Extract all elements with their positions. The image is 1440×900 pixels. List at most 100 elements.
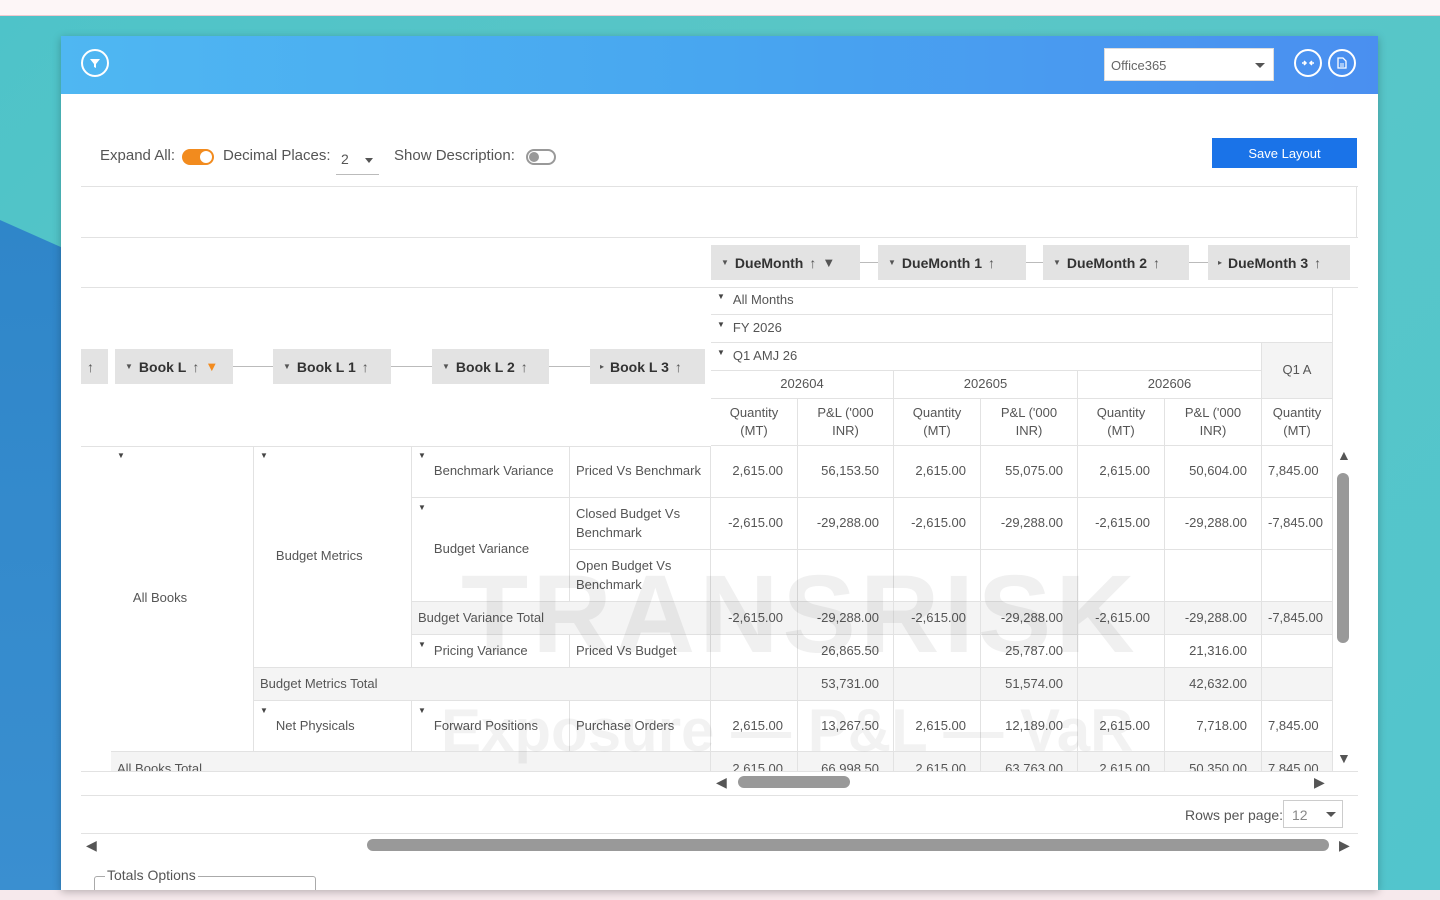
divider [81, 833, 1358, 834]
sort-arrow-icon[interactable]: ↑ [1153, 255, 1160, 271]
chip-connector [233, 366, 273, 367]
column-header-label: Q1 A [1282, 362, 1312, 378]
chevron-down-icon [1326, 812, 1336, 817]
caret-down-icon: ▼ [888, 258, 896, 267]
caret-down-icon: ▼ [260, 451, 268, 460]
row-header-budget-variance-total: Budget Variance Total [412, 602, 711, 635]
value-cell: 2,615.00 [1078, 752, 1165, 772]
divider [81, 795, 1358, 796]
horizontal-scrollbar-thumb[interactable] [738, 776, 850, 788]
value-cell: 21,316.00 [1165, 635, 1262, 668]
row-header-budget-variance[interactable]: ▼ Budget Variance [412, 498, 570, 602]
column-field-duemonth-3[interactable]: ▸ DueMonth 3 ↑ [1208, 245, 1350, 280]
expand-all-toggle[interactable] [182, 149, 214, 165]
bottom-strip [0, 890, 1440, 900]
office-select[interactable]: Office365 [1104, 48, 1274, 81]
value-cell [1078, 635, 1165, 668]
value-cell [1262, 635, 1333, 668]
value-cell: 25,787.00 [981, 635, 1078, 668]
filter-icon-button[interactable] [81, 49, 109, 77]
value-cell: -29,288.00 [981, 602, 1078, 635]
value-cell: 2,615.00 [894, 752, 981, 772]
row-header-net-physicals[interactable]: ▼ Net Physicals [254, 701, 412, 752]
value-cell [894, 635, 981, 668]
vertical-scrollbar-thumb[interactable] [1337, 473, 1349, 643]
sort-arrow-icon[interactable]: ↑ [362, 359, 369, 375]
row-header-label: All Books [132, 590, 188, 606]
column-header-label: Quantity (MT) [912, 404, 962, 438]
column-field-duemonth[interactable]: ▼ DueMonth ↑ ▼ [711, 245, 860, 280]
caret-down-icon: ▼ [283, 362, 291, 371]
row-header-all-books[interactable]: ▼ All Books [111, 446, 254, 752]
column-header-quantity: Quantity (MT) [1262, 399, 1333, 446]
column-header-quarter-partial[interactable]: Q1 A [1262, 343, 1333, 399]
expand-all-label: Expand All: [100, 147, 176, 164]
row-header-budget-metrics[interactable]: ▼ Budget Metrics [254, 446, 412, 668]
save-layout-button[interactable]: Save Layout [1212, 138, 1357, 168]
sort-arrow-icon[interactable]: ↑ [988, 255, 995, 271]
window-header: Office365 [61, 36, 1378, 94]
value-cell: -29,288.00 [981, 498, 1078, 550]
sort-arrow-icon[interactable]: ↑ [87, 359, 94, 375]
value-cell: -2,615.00 [1078, 498, 1165, 550]
scroll-left-icon[interactable]: ◀ [86, 837, 97, 854]
value-cell [1165, 550, 1262, 602]
show-description-toggle[interactable] [526, 149, 556, 165]
column-field-label: DueMonth 1 [901, 254, 983, 271]
rows-per-page-select[interactable]: 12 [1283, 800, 1343, 828]
row-header-forward-positions[interactable]: ▼ Forward Positions [412, 701, 570, 752]
value-cell: 53,731.00 [798, 668, 894, 701]
scroll-up-icon[interactable]: ▲ [1337, 447, 1351, 463]
report-window: Office365 Expand All: Decimal Places: 2 … [61, 36, 1378, 890]
scroll-right-icon[interactable]: ▶ [1339, 837, 1350, 854]
caret-down-icon: ▼ [418, 706, 426, 715]
export-button[interactable] [1328, 49, 1356, 77]
sort-arrow-icon[interactable]: ↑ [521, 359, 528, 375]
value-cell [894, 550, 981, 602]
scroll-down-icon[interactable]: ▼ [1337, 750, 1351, 766]
column-header-all-months[interactable]: ▼ All Months [711, 287, 1333, 315]
sort-arrow-icon[interactable]: ↑ [1314, 255, 1321, 271]
divider [81, 771, 1358, 772]
row-field-partial[interactable]: ↑ [81, 349, 108, 384]
value-cell: -2,615.00 [894, 602, 981, 635]
row-header-benchmark-variance[interactable]: ▼ Benchmark Variance [412, 446, 570, 498]
collapse-columns-button[interactable] [1294, 49, 1322, 77]
column-header-month: 202604 [711, 371, 894, 399]
column-header-quantity: Quantity (MT) [1078, 399, 1165, 446]
row-header-priced-vs-benchmark: Priced Vs Benchmark [570, 446, 711, 498]
value-cell: -7,845.00 [1262, 602, 1333, 635]
sort-arrow-icon[interactable]: ↑ [675, 359, 682, 375]
value-cell [798, 550, 894, 602]
divider [1356, 187, 1357, 237]
column-header-label: P&L ('000 INR) [1000, 404, 1058, 438]
column-header-quarter[interactable]: ▼ Q1 AMJ 26 [711, 343, 1262, 371]
filter-icon[interactable]: ▼ [822, 255, 835, 270]
row-field-label: Book L 3 [610, 358, 669, 375]
column-header-label: Quantity (MT) [1272, 404, 1322, 438]
row-field-book-l[interactable]: ▼ Book L ↑ ▼ [115, 349, 233, 384]
value-cell: 2,615.00 [711, 446, 798, 498]
column-header-label: Q1 AMJ 26 [732, 348, 798, 364]
value-cell: 55,075.00 [981, 446, 1078, 498]
rows-per-page-label: Rows per page: [1185, 807, 1284, 823]
show-description-label: Show Description: [394, 147, 515, 164]
column-header-label: Quantity (MT) [1096, 404, 1146, 438]
filter-icon[interactable]: ▼ [205, 359, 218, 374]
sort-arrow-icon[interactable]: ↑ [809, 255, 816, 271]
sort-arrow-icon[interactable]: ↑ [192, 359, 199, 375]
outer-horizontal-scrollbar-thumb[interactable] [367, 839, 1329, 851]
row-field-book-l-3[interactable]: ▸ Book L 3 ↑ [590, 349, 705, 384]
scroll-right-icon[interactable]: ▶ [1314, 774, 1325, 791]
row-field-book-l-2[interactable]: ▼ Book L 2 ↑ [432, 349, 549, 384]
column-field-duemonth-2[interactable]: ▼ DueMonth 2 ↑ [1043, 245, 1189, 280]
row-header-open-budget: Open Budget Vs Benchmark [570, 550, 711, 602]
decimal-places-select[interactable]: 2 [336, 145, 379, 175]
row-header-pricing-variance[interactable]: ▼ Pricing Variance [412, 635, 570, 668]
scroll-left-icon[interactable]: ◀ [716, 774, 727, 791]
column-field-duemonth-1[interactable]: ▼ DueMonth 1 ↑ [878, 245, 1026, 280]
row-field-book-l-1[interactable]: ▼ Book L 1 ↑ [273, 349, 391, 384]
row-header-label: Budget Variance Total [418, 609, 544, 625]
column-header-fy[interactable]: ▼ FY 2026 [711, 315, 1333, 343]
value-cell: -2,615.00 [711, 498, 798, 550]
